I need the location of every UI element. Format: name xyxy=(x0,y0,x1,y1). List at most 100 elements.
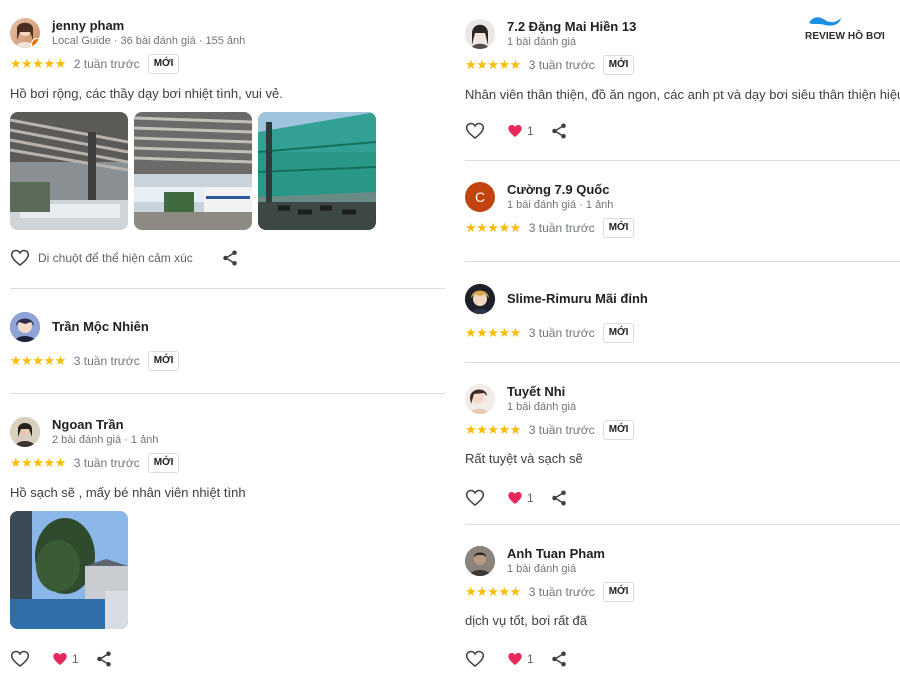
heart-outline-icon[interactable] xyxy=(10,649,30,669)
review-card: jenny pham Local Guide · 36 bài đánh giá… xyxy=(10,18,445,268)
share-icon[interactable] xyxy=(550,122,568,140)
reviewer-avatar[interactable] xyxy=(10,417,40,447)
new-badge: MỚI xyxy=(602,323,635,343)
avatar-portrait-icon xyxy=(465,546,495,576)
heart-filled-icon xyxy=(508,492,522,504)
shade-net-photo-image xyxy=(258,112,376,230)
star-rating: ★★★★★ xyxy=(465,325,521,340)
react-hover-hint: Di chuột để thể hiện cảm xúc xyxy=(38,251,193,265)
reviewer-name[interactable]: 7.2 Đặng Mai Hiền 13 xyxy=(507,19,636,35)
reviewer-meta: 1 bài đánh giá xyxy=(507,563,577,575)
review-text: Hồ bơi rộng, các thầy dạy bơi nhiệt tình… xyxy=(10,86,283,101)
new-badge: MỚI xyxy=(602,582,635,602)
new-badge: MỚI xyxy=(602,420,635,440)
reviewer-meta: Local Guide · 36 bài đánh giá · 155 ảnh xyxy=(52,35,246,47)
review-time: 3 tuần trước xyxy=(528,58,595,72)
share-icon[interactable] xyxy=(550,650,568,668)
new-badge: MỚI xyxy=(147,54,180,74)
review-photo[interactable] xyxy=(258,112,376,230)
like-count: 1 xyxy=(527,124,534,138)
reviewer-avatar[interactable] xyxy=(10,18,40,48)
review-text: Rất tuyệt và sạch sẽ xyxy=(465,451,583,466)
reviewer-meta: 1 bài đánh giá xyxy=(507,401,577,413)
review-time: 3 tuần trước xyxy=(528,221,595,235)
review-actions: 1 xyxy=(465,121,900,141)
reviewer-avatar[interactable] xyxy=(465,19,495,49)
star-rating: ★★★★★ xyxy=(465,220,521,235)
roof-photo-image xyxy=(10,112,128,230)
review-time: 2 tuần trước xyxy=(73,57,140,71)
review-divider xyxy=(465,160,900,161)
star-rating: ★★★★★ xyxy=(10,353,66,368)
reviewer-name[interactable]: Ngoan Trần xyxy=(52,417,158,433)
reviewer-avatar[interactable] xyxy=(465,546,495,576)
heart-outline-icon[interactable] xyxy=(465,488,485,508)
review-divider xyxy=(10,288,445,289)
share-icon[interactable] xyxy=(550,489,568,507)
reviewer-meta: 1 bài đánh giá xyxy=(507,36,577,48)
review-photo[interactable] xyxy=(10,112,128,230)
star-rating: ★★★★★ xyxy=(465,422,521,437)
review-divider xyxy=(465,362,900,363)
review-card: C Cường 7.9 Quốc 1 bài đánh giá · 1 ảnh … xyxy=(465,182,900,238)
share-icon[interactable] xyxy=(221,249,239,267)
reviewer-name[interactable]: Slime-Rimuru Mãi đỉnh xyxy=(507,291,648,307)
like-count: 1 xyxy=(72,652,79,666)
review-time: 3 tuần trước xyxy=(73,456,140,470)
heart-outline-icon[interactable] xyxy=(10,248,30,268)
review-divider xyxy=(465,261,900,262)
heart-outline-icon[interactable] xyxy=(465,649,485,669)
like-count: 1 xyxy=(527,491,534,505)
review-time: 3 tuần trước xyxy=(528,423,595,437)
reviewer-avatar[interactable] xyxy=(465,284,495,314)
reviewer-name[interactable]: jenny pham xyxy=(52,18,245,34)
review-actions: Di chuột để thể hiện cảm xúc xyxy=(10,248,445,268)
review-actions: 1 xyxy=(10,649,445,669)
heart-outline-icon[interactable] xyxy=(465,121,485,141)
reviewer-name[interactable]: Trần Mộc Nhiên xyxy=(52,319,149,335)
review-card: Slime-Rimuru Mãi đỉnh ★★★★★ 3 tuần trước… xyxy=(465,284,900,343)
avatar-portrait-icon xyxy=(465,384,495,414)
review-card: 7.2 Đặng Mai Hiền 13 1 bài đánh giá ★★★★… xyxy=(465,19,900,141)
new-badge: MỚI xyxy=(147,351,180,371)
reviewer-avatar[interactable] xyxy=(465,384,495,414)
avatar-anime-icon xyxy=(465,284,495,314)
review-text: Nhân viên thân thiện, đồ ăn ngon, các an… xyxy=(465,87,900,102)
pool-photo-image xyxy=(10,511,128,629)
review-card: Trần Mộc Nhiên ★★★★★ 3 tuần trước MỚI xyxy=(10,312,445,371)
new-badge: MỚI xyxy=(602,218,635,238)
review-card: Anh Tuan Pham 1 bài đánh giá ★★★★★ 3 tuầ… xyxy=(465,546,900,669)
review-divider xyxy=(10,393,445,394)
review-time: 3 tuần trước xyxy=(528,585,595,599)
star-rating: ★★★★★ xyxy=(465,57,521,72)
reviewer-name[interactable]: Tuyết Nhi xyxy=(507,384,576,400)
new-badge: MỚI xyxy=(147,453,180,473)
avatar-anime-icon xyxy=(10,312,40,342)
share-icon[interactable] xyxy=(95,650,113,668)
heart-filled-icon xyxy=(508,125,522,137)
reviewer-avatar[interactable]: C xyxy=(465,182,495,212)
reviewer-meta: 2 bài đánh giá · 1 ảnh xyxy=(52,434,159,446)
avatar-portrait-icon xyxy=(10,417,40,447)
reviewer-avatar[interactable] xyxy=(10,312,40,342)
like-count: 1 xyxy=(527,652,534,666)
reviewer-name[interactable]: Cường 7.9 Quốc xyxy=(507,182,613,198)
new-badge: MỚI xyxy=(602,55,635,75)
review-actions: 1 xyxy=(465,649,900,669)
review-photo[interactable] xyxy=(10,511,128,629)
reviewer-name[interactable]: Anh Tuan Pham xyxy=(507,546,605,562)
star-rating: ★★★★★ xyxy=(10,56,66,71)
star-rating: ★★★★★ xyxy=(10,455,66,470)
review-photo[interactable] xyxy=(134,112,252,230)
star-rating: ★★★★★ xyxy=(465,584,521,599)
review-divider xyxy=(465,524,900,525)
avatar-initial: C xyxy=(474,189,486,205)
review-card: Tuyết Nhi 1 bài đánh giá ★★★★★ 3 tuần tr… xyxy=(465,384,900,508)
heart-filled-icon xyxy=(53,653,67,665)
review-photos xyxy=(10,511,445,629)
local-guide-badge-icon xyxy=(31,38,40,48)
review-time: 3 tuần trước xyxy=(73,354,140,368)
review-text: Hồ sạch sẽ , mấy bé nhân viên nhiệt tình xyxy=(10,485,246,500)
reviewer-meta: 1 bài đánh giá · 1 ảnh xyxy=(507,199,614,211)
heart-filled-icon xyxy=(508,653,522,665)
